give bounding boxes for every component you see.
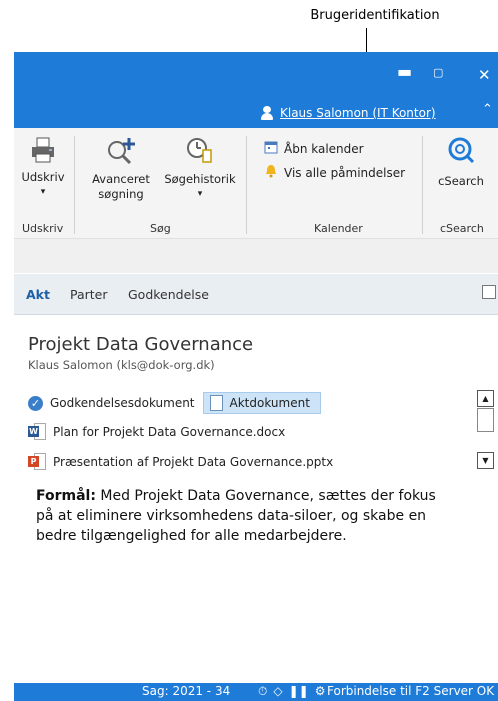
advanced-search-button[interactable]: Avanceret søgning: [82, 136, 160, 202]
tab-parter[interactable]: Parter: [70, 287, 108, 302]
document-icon: [209, 395, 223, 411]
search-history-label: Søgehistorik: [164, 172, 236, 186]
open-calendar-button[interactable]: Åbn kalender: [264, 140, 364, 157]
search-plus-icon: [82, 136, 160, 170]
file-name[interactable]: Præsentation af Projekt Data Governance.…: [53, 455, 333, 469]
file-name[interactable]: Plan for Projekt Data Governance.docx: [53, 425, 285, 439]
show-reminders-label: Vis alle påmindelser: [284, 165, 406, 180]
group-label-print: Udskriv: [22, 222, 64, 235]
show-reminders-button[interactable]: Vis alle påmindelser: [264, 164, 405, 181]
description-text: Med Projekt Data Governance, sættes der …: [36, 488, 436, 544]
callout-label: Brugeridentifikation: [310, 8, 440, 23]
minimize-button[interactable]: ▬: [397, 62, 412, 81]
server-connection-status: Forbindelse til F2 Server OK: [327, 684, 495, 698]
record-document-label: Aktdokument: [229, 396, 310, 410]
csearch-button[interactable]: cSearch: [428, 136, 494, 189]
bell-icon: [264, 164, 278, 181]
check-circle-icon: ✓: [28, 395, 43, 411]
file-row[interactable]: W Plan for Projekt Data Governance.docx: [28, 423, 285, 440]
scroll-thumb[interactable]: [477, 408, 494, 432]
group-label-calendar: Kalender: [314, 222, 363, 235]
status-icons: ⏱ ◇ ❚❚ ⚙: [258, 684, 325, 699]
print-dropdown-icon[interactable]: ▾: [18, 185, 68, 200]
popout-icon[interactable]: [482, 285, 496, 299]
status-case-number[interactable]: Sag: 2021 - 34: [142, 684, 230, 698]
maximize-button[interactable]: ▢: [433, 66, 443, 79]
user-icon: [260, 106, 274, 120]
print-button[interactable]: Udskriv ▾: [18, 136, 68, 200]
document-list-scrollbar[interactable]: ▲ ▼: [477, 390, 494, 470]
print-label: Udskriv: [21, 170, 65, 184]
ribbon-spacer: [14, 239, 498, 273]
group-label-csearch: cSearch: [440, 222, 484, 235]
calendar-icon: [264, 140, 278, 157]
printer-icon: [18, 136, 68, 168]
tab-bar: Akt Parter Godkendelse: [14, 274, 498, 315]
ribbon-separator: [422, 136, 423, 234]
scroll-up-icon[interactable]: ▲: [477, 390, 494, 407]
case-description: Formål: Med Projekt Data Governance, sæt…: [36, 486, 456, 546]
close-button[interactable]: ✕: [478, 66, 491, 84]
pause-icon[interactable]: ❚❚: [289, 684, 309, 699]
status-bar: Sag: 2021 - 34 ⏱ ◇ ❚❚ ⚙ Forbindelse til …: [14, 683, 498, 701]
word-file-icon: W: [28, 423, 46, 440]
collapse-ribbon-icon[interactable]: ⌃: [482, 102, 493, 117]
record-document-item[interactable]: Aktdokument: [202, 392, 321, 414]
case-title: Projekt Data Governance: [28, 334, 254, 355]
user-identification[interactable]: Klaus Salomon (IT Kontor): [260, 103, 436, 123]
advanced-search-label-2: søgning: [98, 187, 144, 201]
tag-icon[interactable]: ◇: [273, 684, 282, 699]
approval-document-link[interactable]: Godkendelsesdokument: [50, 396, 195, 410]
tab-akt[interactable]: Akt: [26, 287, 50, 302]
group-label-search: Søg: [150, 222, 171, 235]
advanced-search-label: Avanceret: [92, 172, 150, 186]
document-row: ✓ Godkendelsesdokument Aktdokument: [28, 392, 321, 414]
search-history-icon: [160, 136, 240, 170]
tab-godkendelse[interactable]: Godkendelse: [128, 287, 209, 302]
ribbon-separator: [74, 136, 75, 234]
timer-icon[interactable]: ⏱: [258, 684, 267, 699]
powerpoint-file-icon: P: [28, 453, 46, 470]
search-history-dropdown-icon[interactable]: ▾: [160, 187, 240, 202]
title-bar: ▬ ▢ ✕ Klaus Salomon (IT Kontor) ⌃: [14, 52, 498, 128]
user-name-link[interactable]: Klaus Salomon (IT Kontor): [280, 106, 436, 120]
ribbon-separator: [246, 136, 247, 234]
case-owner: Klaus Salomon (kls@dok-org.dk): [28, 358, 215, 372]
search-history-button[interactable]: Søgehistorik ▾: [160, 136, 240, 202]
gear-icon[interactable]: ⚙: [315, 684, 326, 699]
file-row[interactable]: P Præsentation af Projekt Data Governanc…: [28, 453, 333, 470]
ribbon: Udskriv ▾ Udskriv Avanceret søgning Søge…: [14, 128, 498, 239]
description-label: Formål:: [36, 488, 96, 504]
csearch-icon: [428, 136, 494, 168]
open-calendar-label: Åbn kalender: [284, 141, 364, 156]
csearch-label: cSearch: [438, 174, 484, 188]
scroll-down-icon[interactable]: ▼: [477, 452, 494, 469]
